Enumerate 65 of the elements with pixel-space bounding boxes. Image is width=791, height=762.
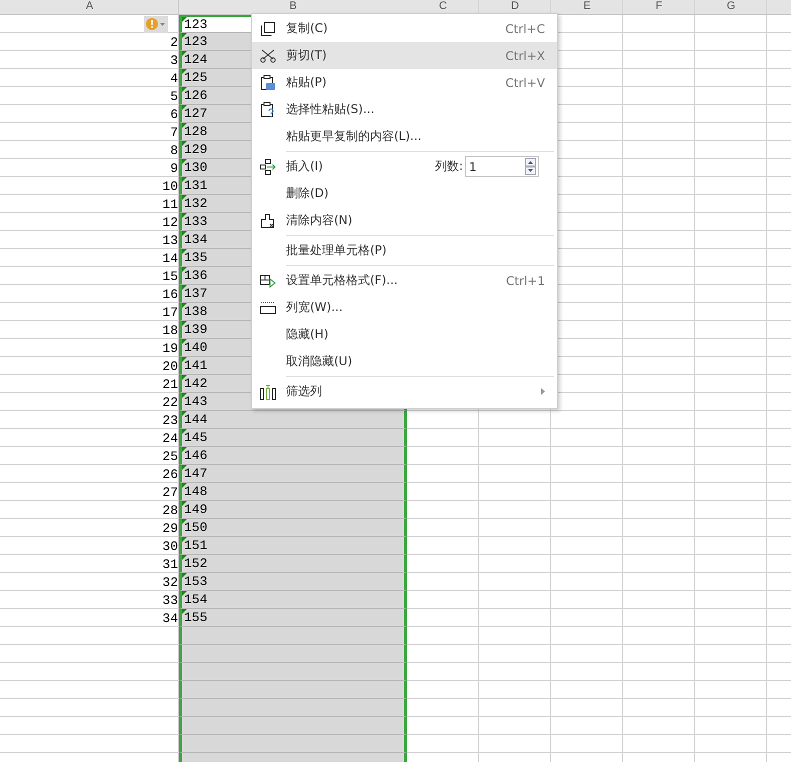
table-cell: 15 (162, 268, 178, 284)
table-cell: 6 (170, 106, 178, 122)
table-cell: 29 (162, 520, 178, 536)
field-label: 列数: (434, 158, 463, 175)
table-cell: 9 (170, 160, 178, 176)
table-cell: 11 (162, 196, 178, 212)
table-cell: 28 (162, 502, 178, 518)
table-cell: 33 (162, 592, 178, 608)
spin-field[interactable]: 1 (465, 156, 539, 177)
table-cell: 145 (179, 429, 407, 447)
table-cell: 20 (162, 358, 178, 374)
table-cell: 155 (179, 609, 407, 627)
table-cell: 22 (162, 394, 178, 410)
table-cell: 147 (179, 465, 407, 483)
table-cell: 17 (162, 304, 178, 320)
table-cell: 150 (179, 519, 407, 537)
table-cell: 34 (162, 610, 178, 626)
clipboard-icon (260, 74, 276, 90)
menu-item[interactable]: 剪切(T) Ctrl+X (252, 42, 557, 69)
column-header[interactable]: C (439, 0, 447, 12)
column-header[interactable]: F (656, 0, 662, 12)
columns-icon (260, 384, 276, 400)
table-cell: 23 (162, 412, 178, 428)
table-cell: 151 (179, 537, 407, 555)
table-cell: 18 (162, 322, 178, 338)
table-cell: 2 (170, 34, 178, 50)
insert-icon (260, 158, 276, 174)
table-cell: 146 (179, 447, 407, 465)
format-cells-icon (260, 274, 276, 288)
table-cell: 14 (162, 250, 178, 266)
table-cell: 149 (179, 501, 407, 519)
clipboard-question-icon (260, 102, 276, 118)
table-cell: 26 (162, 466, 178, 482)
table-cell: 12 (162, 214, 178, 230)
table-cell: 30 (162, 538, 178, 554)
table-cell: 152 (179, 555, 407, 573)
spin-arrows-icon[interactable] (525, 158, 536, 175)
table-cell: 10 (162, 178, 178, 194)
table-cell: 16 (162, 286, 178, 302)
table-cell: 25 (162, 448, 178, 464)
table-cell: 8 (170, 142, 178, 158)
table-cell: 148 (179, 483, 407, 501)
table-cell: 21 (162, 376, 178, 392)
table-cell: 3 (170, 52, 178, 68)
table-cell: 32 (162, 574, 178, 590)
table-cell: 24 (162, 430, 178, 446)
table-cell: 7 (170, 124, 178, 140)
scissors-icon (260, 48, 276, 62)
eraser-icon (260, 212, 276, 228)
column-header[interactable]: E (583, 0, 591, 12)
table-cell: 144 (179, 411, 407, 429)
table-cell: 27 (162, 484, 178, 500)
column-width-icon (260, 300, 276, 314)
table-cell: 19 (162, 340, 178, 356)
table-cell: 5 (170, 88, 178, 104)
copy-icon (260, 20, 276, 36)
table-cell: 154 (179, 591, 407, 609)
column-header[interactable]: A (86, 0, 94, 12)
table-cell: 4 (170, 70, 178, 86)
column-header[interactable]: D (511, 0, 519, 12)
table-cell: 13 (162, 232, 178, 248)
column-header[interactable]: B (289, 0, 297, 12)
column-header[interactable]: G (726, 0, 736, 12)
table-cell: 31 (162, 556, 178, 572)
table-cell: 153 (179, 573, 407, 591)
